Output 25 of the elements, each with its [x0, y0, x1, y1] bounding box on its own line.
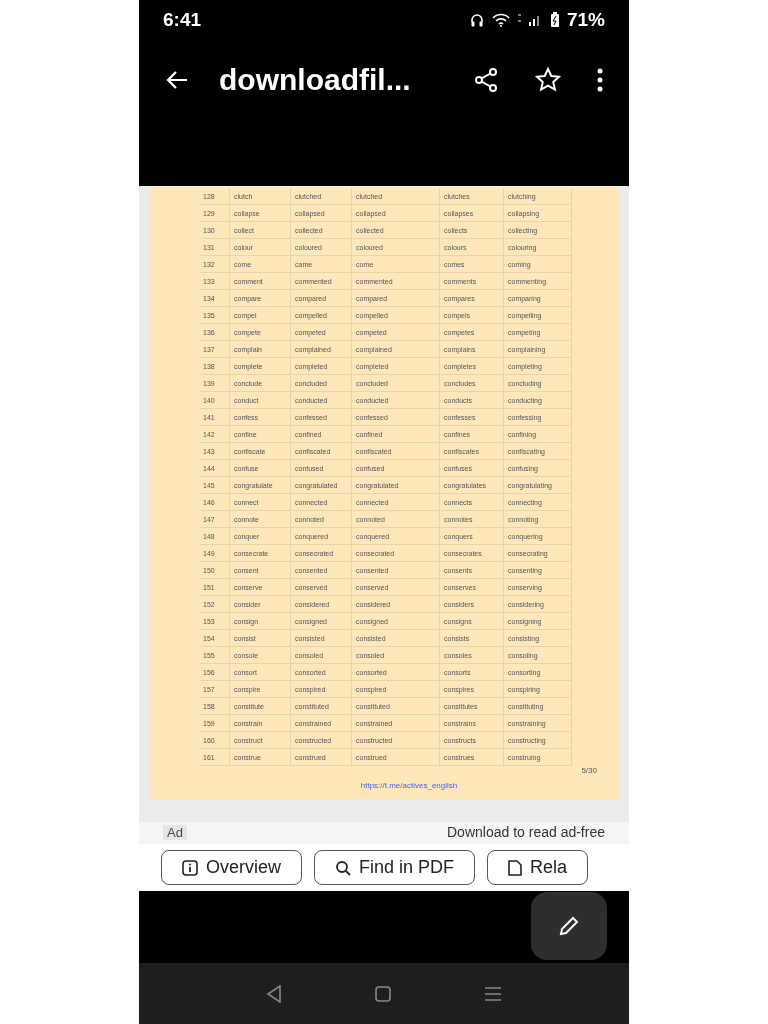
document-title: downloadfil... — [219, 63, 412, 97]
home-icon[interactable] — [375, 985, 391, 1002]
page-number: 5/30 — [581, 766, 597, 775]
back-arrow-icon[interactable] — [165, 70, 189, 90]
edit-button[interactable] — [531, 892, 607, 960]
document-icon — [508, 859, 523, 876]
search-icon — [335, 859, 351, 876]
headphones-icon — [468, 12, 485, 28]
battery-level: 71% — [566, 9, 605, 31]
ad-label: Ad — [163, 824, 187, 840]
chip-button[interactable]: Overview — [161, 850, 302, 885]
chip-button[interactable]: Find in PDF — [314, 850, 476, 885]
ad-free-text: Download to read ad-free — [447, 824, 605, 840]
chip-button[interactable]: Rela — [487, 850, 589, 885]
info-icon — [182, 859, 198, 876]
pencil-icon — [557, 914, 581, 938]
telegram-link[interactable]: https://t.me/actives_english — [360, 781, 458, 790]
share-icon[interactable] — [473, 67, 499, 93]
star-icon[interactable] — [535, 67, 561, 93]
back-icon[interactable] — [265, 984, 282, 1003]
battery-icon — [549, 12, 560, 28]
more-options-icon[interactable] — [597, 68, 603, 92]
recents-icon[interactable] — [484, 985, 503, 1002]
wifi-icon — [491, 13, 510, 27]
status-time: 6:41 — [163, 9, 202, 31]
